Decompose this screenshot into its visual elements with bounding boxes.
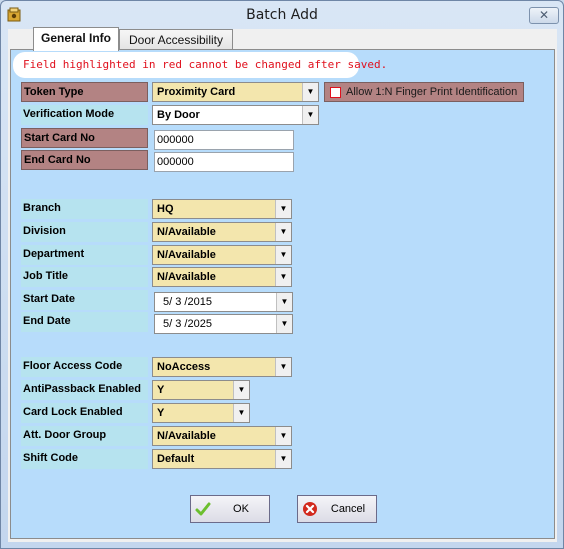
end-date-value: 5/ 3 /2025 <box>163 318 212 330</box>
verification-mode-label: Verification Mode <box>21 105 148 125</box>
job-title-select[interactable]: N/Available ▼ <box>152 267 292 287</box>
finger-print-checkbox[interactable] <box>330 87 341 98</box>
tab-general-info[interactable]: General Info <box>33 27 119 51</box>
shift-code-value: Default <box>157 453 195 465</box>
token-type-value: Proximity Card <box>157 86 236 98</box>
finger-print-label: Allow 1:N Finger Print Identification <box>346 86 518 98</box>
antipassback-value: Y <box>157 384 165 396</box>
job-title-label: Job Title <box>21 267 148 287</box>
title-bar[interactable]: Batch Add ✕ <box>1 1 563 29</box>
department-select[interactable]: N/Available ▼ <box>152 245 292 265</box>
notice-message: Field highlighted in red cannot be chang… <box>13 52 387 78</box>
chevron-down-icon[interactable]: ▼ <box>302 106 318 124</box>
floor-access-code-select[interactable]: NoAccess ▼ <box>152 357 292 377</box>
batch-add-window: Batch Add ✕ General Info Door Accessibil… <box>0 0 564 549</box>
antipassback-select[interactable]: Y ▼ <box>152 380 250 400</box>
dialog-client: General Info Door Accessibility Field hi… <box>8 27 557 542</box>
chevron-down-icon[interactable]: ▼ <box>275 358 291 376</box>
close-icon: ✕ <box>538 8 550 22</box>
card-lock-label: Card Lock Enabled <box>21 403 148 423</box>
start-date-picker[interactable]: 5/ 3 /2015 ▼ <box>154 292 293 312</box>
chevron-down-icon[interactable]: ▼ <box>302 83 318 101</box>
cancel-button-label: Cancel <box>330 503 366 515</box>
branch-label: Branch <box>21 199 148 219</box>
chevron-down-icon[interactable]: ▼ <box>233 404 249 422</box>
chevron-down-icon[interactable]: ▼ <box>275 246 291 264</box>
floor-access-code-label: Floor Access Code <box>21 357 148 377</box>
chevron-down-icon[interactable]: ▼ <box>233 381 249 399</box>
division-label: Division <box>21 222 148 242</box>
start-date-value: 5/ 3 /2015 <box>163 296 212 308</box>
shift-code-select[interactable]: Default ▼ <box>152 449 292 469</box>
chevron-down-icon[interactable]: ▼ <box>275 223 291 241</box>
floor-access-code-value: NoAccess <box>157 361 211 373</box>
finger-print-option[interactable]: Allow 1:N Finger Print Identification <box>324 82 524 102</box>
chevron-down-icon[interactable]: ▼ <box>275 427 291 445</box>
card-lock-value: Y <box>157 407 165 419</box>
att-door-group-value: N/Available <box>157 430 216 442</box>
end-card-no-label: End Card No <box>21 150 148 170</box>
cancel-button[interactable]: Cancel <box>297 495 377 523</box>
verification-mode-select[interactable]: By Door ▼ <box>152 105 319 125</box>
start-date-label: Start Date <box>21 290 148 310</box>
chevron-down-icon[interactable]: ▼ <box>276 293 292 311</box>
token-type-label: Token Type <box>21 82 148 102</box>
chevron-down-icon[interactable]: ▼ <box>276 315 292 333</box>
att-door-group-select[interactable]: N/Available ▼ <box>152 426 292 446</box>
ok-button-label: OK <box>233 503 249 515</box>
close-button[interactable]: ✕ <box>529 7 559 24</box>
end-card-no-input[interactable]: 000000 <box>154 152 294 172</box>
chevron-down-icon[interactable]: ▼ <box>275 268 291 286</box>
start-card-no-input[interactable]: 000000 <box>154 130 294 150</box>
branch-select[interactable]: HQ ▼ <box>152 199 292 219</box>
general-info-panel: Field highlighted in red cannot be chang… <box>10 49 555 539</box>
shift-code-label: Shift Code <box>21 449 148 469</box>
start-card-no-label: Start Card No <box>21 128 148 148</box>
ok-button[interactable]: OK <box>190 495 270 523</box>
end-date-label: End Date <box>21 312 148 332</box>
card-lock-select[interactable]: Y ▼ <box>152 403 250 423</box>
division-select[interactable]: N/Available ▼ <box>152 222 292 242</box>
department-value: N/Available <box>157 249 216 261</box>
tab-door-accessibility[interactable]: Door Accessibility <box>119 29 233 50</box>
token-type-select[interactable]: Proximity Card ▼ <box>152 82 319 102</box>
verification-mode-value: By Door <box>157 109 200 121</box>
window-title: Batch Add <box>246 7 318 23</box>
department-label: Department <box>21 245 148 265</box>
end-date-picker[interactable]: 5/ 3 /2025 ▼ <box>154 314 293 334</box>
att-door-group-label: Att. Door Group <box>21 426 148 446</box>
chevron-down-icon[interactable]: ▼ <box>275 450 291 468</box>
chevron-down-icon[interactable]: ▼ <box>275 200 291 218</box>
branch-value: HQ <box>157 203 174 215</box>
job-title-value: N/Available <box>157 271 216 283</box>
division-value: N/Available <box>157 226 216 238</box>
cancel-icon <box>303 502 317 516</box>
check-icon <box>195 502 211 516</box>
antipassback-label: AntiPassback Enabled <box>21 380 148 400</box>
